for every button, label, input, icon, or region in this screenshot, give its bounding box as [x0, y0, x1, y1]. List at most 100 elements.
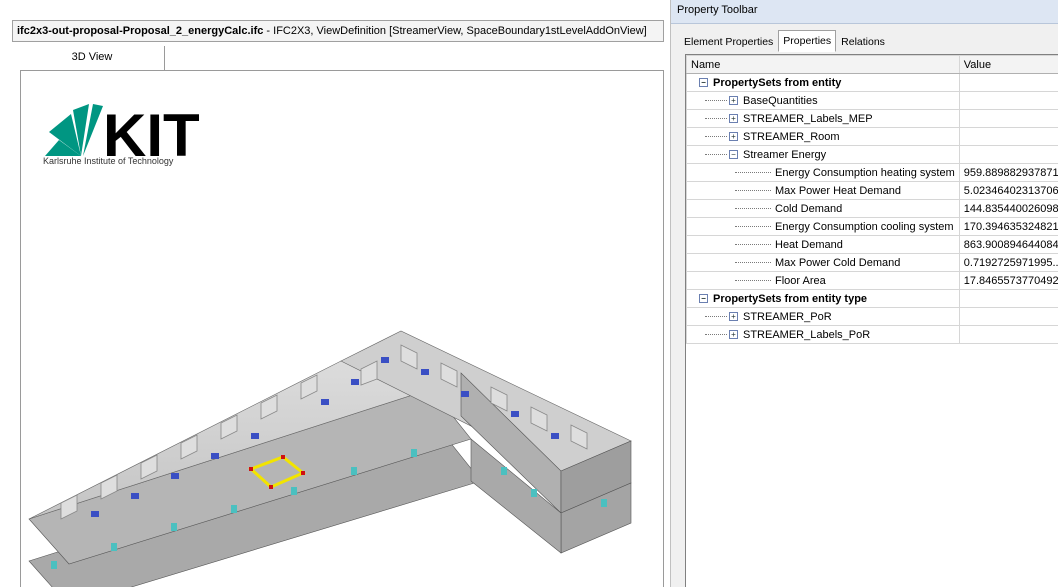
viewer-filename: ifc2x3-out-proposal-Proposal_2_energyCal… [17, 25, 264, 37]
property-value-cell: 863.900894644084 [958, 235, 1058, 254]
property-name-label: PropertySets from entity [713, 76, 842, 89]
property-name-cell: Energy Consumption heating system [686, 163, 960, 182]
property-table-header: Name Value [686, 55, 1058, 74]
expand-icon[interactable]: + [729, 312, 738, 322]
tree-connector [705, 334, 727, 336]
property-name-cell: Heat Demand [686, 235, 960, 254]
property-name-label: STREAMER_Labels_MEP [743, 112, 873, 125]
property-name-label: Floor Area [775, 274, 826, 287]
property-row[interactable]: Floor Area 17.8465573770492 [686, 271, 1058, 290]
property-tabs: Element Properties Properties Relations [679, 30, 890, 52]
viewer-title-bar: ifc2x3-out-proposal-Proposal_2_energyCal… [12, 20, 664, 42]
property-row[interactable]: Max Power Cold Demand 0.7192725971995... [686, 253, 1058, 272]
tree-connector [735, 244, 771, 246]
property-name-cell: + STREAMER_PoR [686, 307, 960, 326]
property-name-cell: Energy Consumption cooling system [686, 217, 960, 236]
building-model[interactable] [21, 261, 664, 587]
property-row[interactable]: − Streamer Energy [686, 145, 1058, 164]
property-name-cell: Floor Area [686, 271, 960, 290]
property-name-cell: + STREAMER_Room [686, 127, 960, 146]
property-value-cell [958, 73, 1058, 92]
property-value-cell: 170.394635324821 [958, 217, 1058, 236]
property-row[interactable]: − PropertySets from entity [686, 73, 1058, 92]
property-name-label: STREAMER_Labels_PoR [743, 328, 871, 341]
property-name-label: Energy Consumption heating system [775, 166, 955, 179]
expand-icon[interactable]: + [729, 96, 738, 106]
property-row[interactable]: Heat Demand 863.900894644084 [686, 235, 1058, 254]
tree-connector [705, 100, 727, 102]
expand-icon[interactable]: + [729, 132, 738, 142]
kit-logo-caption: Karlsruhe Institute of Technology [43, 156, 174, 166]
property-name-label: STREAMER_PoR [743, 310, 832, 323]
column-header-name[interactable]: Name [686, 55, 960, 74]
property-toolbar-title: Property Toolbar [671, 0, 1058, 24]
3d-canvas[interactable]: KIT Karlsruhe Institute of Technology [20, 70, 664, 587]
tree-connector [735, 280, 771, 282]
property-row[interactable]: + STREAMER_Labels_PoR [686, 325, 1058, 344]
tree-connector [735, 262, 771, 264]
viewer-pane: ifc2x3-out-proposal-Proposal_2_energyCal… [12, 8, 664, 587]
property-name-cell: Max Power Heat Demand [686, 181, 960, 200]
property-value-cell [958, 307, 1058, 326]
property-name-label: Energy Consumption cooling system [775, 220, 954, 233]
tab-3d-view[interactable]: 3D View [20, 46, 165, 70]
property-row[interactable]: + STREAMER_Labels_MEP [686, 109, 1058, 128]
property-row[interactable]: Energy Consumption cooling system 170.394… [686, 217, 1058, 236]
property-row[interactable]: Cold Demand 144.835440026098 [686, 199, 1058, 218]
tree-connector [735, 190, 771, 192]
property-name-cell: Cold Demand [686, 199, 960, 218]
property-name-label: Max Power Cold Demand [775, 256, 901, 269]
property-name-label: PropertySets from entity type [713, 292, 868, 305]
property-row[interactable]: Max Power Heat Demand 5.02346402313706 [686, 181, 1058, 200]
property-name-label: Cold Demand [775, 202, 843, 215]
property-value-cell: 5.02346402313706 [958, 181, 1058, 200]
collapse-icon[interactable]: − [699, 78, 708, 88]
property-row[interactable]: − PropertySets from entity type [686, 289, 1058, 308]
property-name-cell: + STREAMER_Labels_MEP [686, 109, 960, 128]
property-name-cell: − PropertySets from entity [686, 73, 960, 92]
property-grid[interactable]: Name Value − PropertySets from entity + Bas… [685, 54, 1058, 587]
property-toolbar: Property Toolbar Element Properties Prope… [670, 0, 1058, 587]
property-value-cell: 0.7192725971995... [958, 253, 1058, 272]
collapse-icon[interactable]: − [699, 294, 708, 304]
column-header-value[interactable]: Value [958, 55, 1058, 74]
property-value-cell [958, 127, 1058, 146]
tree-connector [735, 208, 771, 210]
property-name-label: BaseQuantities [743, 94, 818, 107]
property-table: Name Value − PropertySets from entity + Bas… [686, 55, 1058, 344]
collapse-icon[interactable]: − [729, 150, 738, 160]
tree-connector [735, 226, 771, 228]
property-name-cell: Max Power Cold Demand [686, 253, 960, 272]
property-row[interactable]: + STREAMER_Room [686, 127, 1058, 146]
property-row[interactable]: + STREAMER_PoR [686, 307, 1058, 326]
property-value-cell [958, 145, 1058, 164]
property-value-cell: 17.8465573770492 [958, 271, 1058, 290]
property-name-cell: − Streamer Energy [686, 145, 960, 164]
property-row[interactable]: + BaseQuantities [686, 91, 1058, 110]
property-name-cell: + STREAMER_Labels_PoR [686, 325, 960, 344]
property-value-cell: 959.889882937871 [958, 163, 1058, 182]
property-name-label: Heat Demand [775, 238, 843, 251]
tree-connector [705, 118, 727, 120]
tree-connector [705, 316, 727, 318]
property-value-cell: 144.835440026098 [958, 199, 1058, 218]
property-row[interactable]: Energy Consumption heating system 959.889… [686, 163, 1058, 182]
property-table-body: − PropertySets from entity + BaseQuantities… [686, 73, 1058, 344]
viewer-file-info: - IFC2X3, ViewDefinition [StreamerView, … [263, 25, 647, 37]
expand-icon[interactable]: + [729, 114, 738, 124]
tab-relations[interactable]: Relations [836, 32, 890, 52]
property-name-label: Max Power Heat Demand [775, 184, 901, 197]
property-name-cell: − PropertySets from entity type [686, 289, 960, 308]
property-value-cell [958, 325, 1058, 344]
tab-properties[interactable]: Properties [778, 30, 837, 52]
property-name-label: Streamer Energy [743, 148, 827, 161]
property-value-cell [958, 289, 1058, 308]
tab-element-properties[interactable]: Element Properties [679, 32, 778, 52]
tree-connector [705, 154, 727, 156]
expand-icon[interactable]: + [729, 330, 738, 340]
property-name-cell: + BaseQuantities [686, 91, 960, 110]
property-name-label: STREAMER_Room [743, 130, 840, 143]
tree-connector [705, 136, 727, 138]
tree-connector [735, 172, 771, 174]
property-value-cell [958, 109, 1058, 128]
